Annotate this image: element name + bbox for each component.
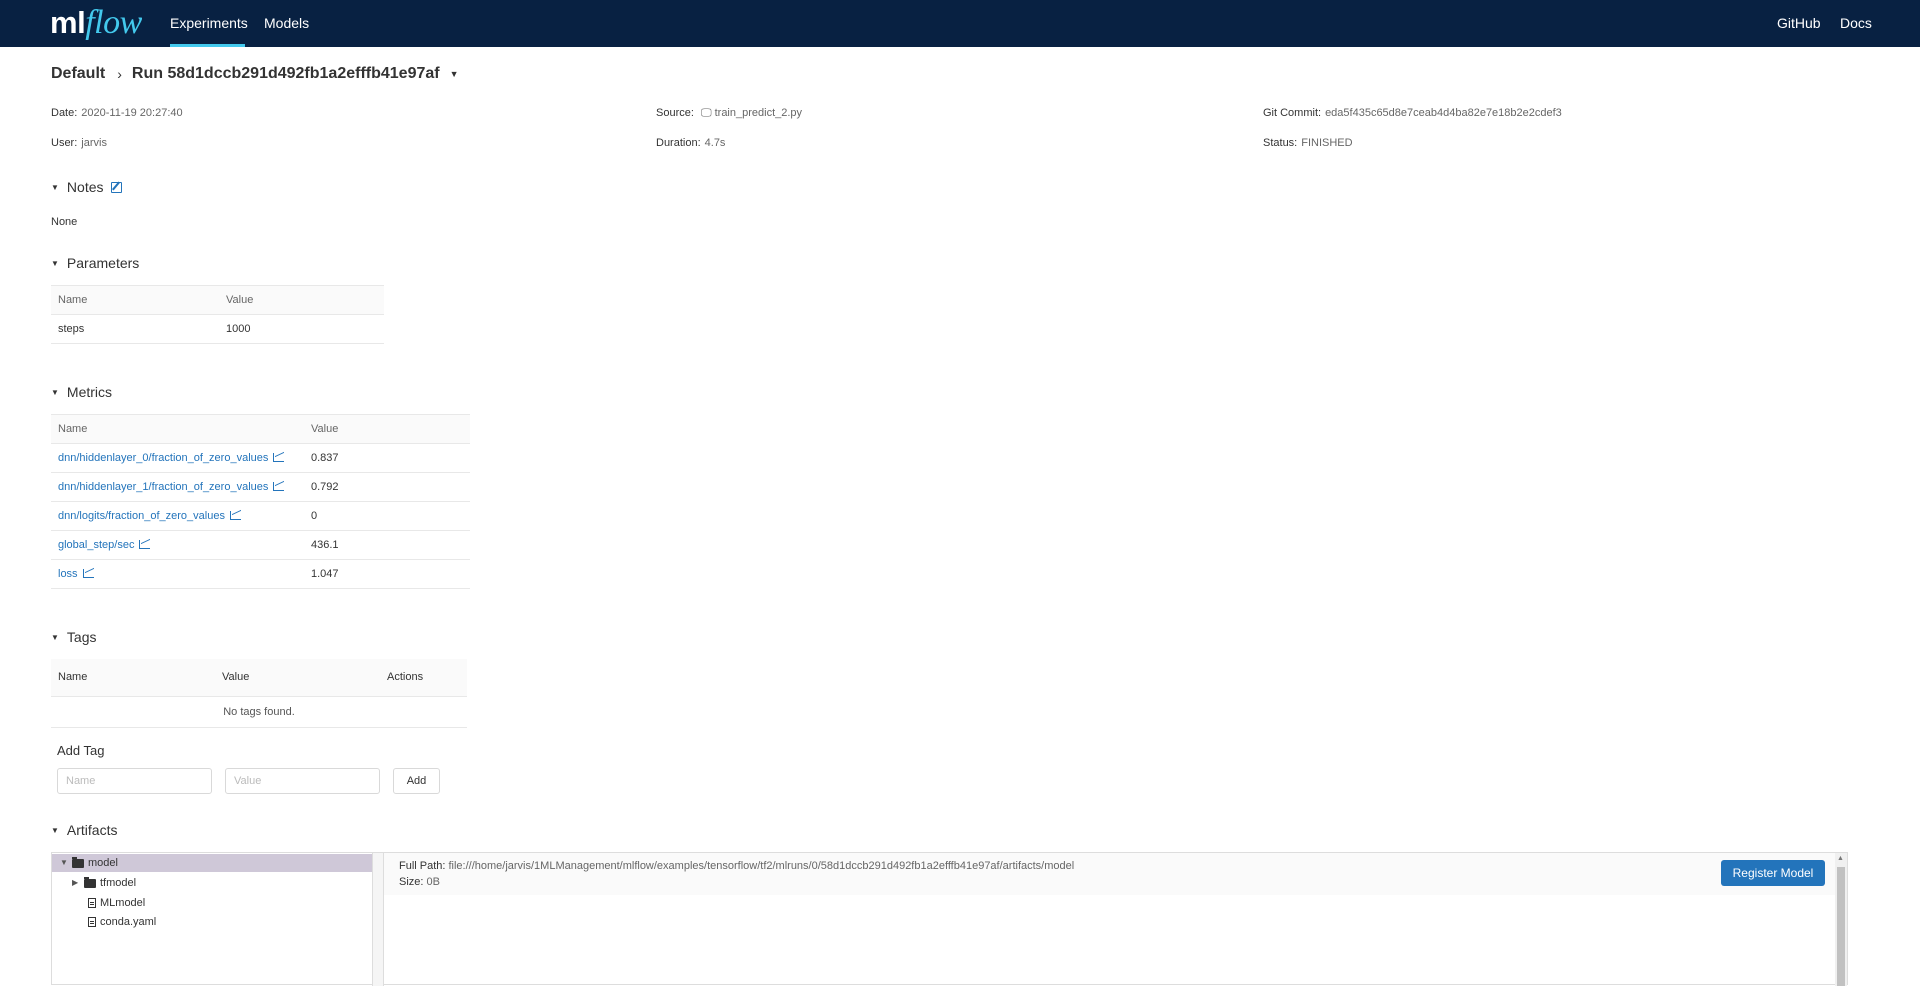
file-icon: [88, 917, 96, 927]
caret-down-icon[interactable]: ▼: [60, 854, 72, 872]
tag-name-input[interactable]: Name: [57, 768, 212, 794]
line-chart-icon[interactable]: [139, 540, 151, 549]
tree-item-conda-yaml[interactable]: conda.yaml: [88, 913, 156, 931]
edit-icon[interactable]: [110, 181, 122, 193]
table-row: steps 1000: [51, 314, 384, 344]
artifact-detail: Full Path: file:///home/jarvis/1MLManagem…: [384, 853, 1835, 986]
metric-value: 0.792: [304, 472, 470, 502]
file-icon: [88, 898, 96, 908]
scrollbar-thumb[interactable]: [1837, 867, 1845, 986]
column-header-name: Name: [51, 414, 304, 444]
table-row: loss 1.047: [51, 559, 470, 589]
artifact-full-path: Full Path: file:///home/jarvis/1MLManagem…: [399, 860, 1075, 872]
table-row: dnn/hiddenlayer_1/fraction_of_zero_value…: [51, 472, 470, 502]
register-model-button[interactable]: Register Model: [1721, 860, 1825, 886]
line-chart-icon[interactable]: [273, 482, 285, 491]
metric-value: 436.1: [304, 530, 470, 560]
caret-right-icon[interactable]: ▶: [72, 874, 84, 892]
parameters-section-header[interactable]: ▼ Parameters: [51, 255, 139, 271]
caret-down-icon: ▼: [51, 825, 59, 835]
tag-value-input[interactable]: Value: [225, 768, 380, 794]
metrics-section-header[interactable]: ▼ Metrics: [51, 384, 112, 400]
scroll-up-icon[interactable]: ▲: [1837, 855, 1844, 862]
caret-down-icon: ▼: [51, 182, 59, 192]
column-header-value: Value: [219, 285, 384, 315]
nav-github[interactable]: GitHub: [1777, 0, 1821, 47]
caret-down-icon: ▼: [51, 387, 59, 397]
laptop-icon: 🖵: [700, 107, 712, 119]
metric-value: 0: [304, 501, 470, 531]
empty-state: No tags found.: [51, 696, 467, 728]
artifacts-section-header[interactable]: ▼ Artifacts: [51, 822, 118, 838]
run-git-commit: Git Commit: eda5f435c65d8e7ceab4d4ba82e7e…: [1263, 107, 1562, 119]
tree-item-mlmodel[interactable]: MLmodel: [88, 894, 145, 912]
run-user: User: jarvis: [51, 137, 107, 149]
column-header-name: Name: [51, 659, 215, 697]
metric-link[interactable]: global_step/sec: [58, 539, 134, 551]
artifact-size: Size: 0B: [399, 876, 440, 888]
run-date: Date: 2020-11-19 20:27:40: [51, 107, 183, 119]
table-row: global_step/sec 436.1: [51, 530, 470, 560]
notes-content: None: [51, 216, 78, 228]
column-header-value: Value: [215, 659, 380, 697]
metric-link[interactable]: dnn/hiddenlayer_1/fraction_of_zero_value…: [58, 481, 268, 493]
scrollbar[interactable]: ▲: [1835, 853, 1847, 986]
table-row: dnn/logits/fraction_of_zero_values 0: [51, 501, 470, 531]
line-chart-icon[interactable]: [229, 511, 241, 520]
metric-value: 0.837: [304, 443, 470, 473]
nav-experiments[interactable]: Experiments: [170, 0, 248, 47]
notes-section-header[interactable]: ▼ Notes: [51, 179, 122, 195]
column-header-actions: Actions: [380, 659, 467, 697]
caret-down-icon: ▼: [51, 258, 59, 268]
caret-down-icon: ▼: [51, 632, 59, 642]
nav-docs[interactable]: Docs: [1840, 0, 1872, 47]
run-duration: Duration: 4.7s: [656, 137, 726, 149]
artifact-tree: ▼ model ▶ tfmodel MLmodel conda.yaml: [52, 853, 373, 986]
artifacts-panel: ▼ model ▶ tfmodel MLmodel conda.yaml Ful…: [51, 852, 1848, 986]
param-value: 1000: [219, 314, 384, 344]
metric-value: 1.047: [304, 559, 470, 589]
column-header-value: Value: [304, 414, 470, 444]
metric-link[interactable]: dnn/logits/fraction_of_zero_values: [58, 510, 225, 522]
folder-icon: [84, 876, 96, 888]
parameters-table: Name Value steps 1000: [51, 285, 384, 344]
top-navbar: mlflow Experiments Models GitHub Docs: [0, 0, 1920, 47]
add-tag-button[interactable]: Add: [393, 768, 440, 794]
column-header-name: Name: [51, 285, 219, 315]
breadcrumb: Default › Run 58d1dccb291d492fb1a2efffb4…: [51, 64, 459, 84]
add-tag-title: Add Tag: [57, 743, 105, 758]
tree-item-tfmodel[interactable]: ▶ tfmodel: [72, 874, 136, 892]
chevron-right-icon: ›: [117, 66, 122, 82]
tags-table: Name Value Actions No tags found.: [51, 659, 467, 728]
metric-link[interactable]: dnn/hiddenlayer_0/fraction_of_zero_value…: [58, 452, 268, 464]
caret-down-icon[interactable]: ▼: [450, 69, 459, 79]
metrics-table: Name Value dnn/hiddenlayer_0/fraction_of…: [51, 414, 470, 589]
metric-link[interactable]: loss: [58, 568, 78, 580]
tags-section-header[interactable]: ▼ Tags: [51, 629, 97, 645]
run-status: Status: FINISHED: [1263, 137, 1353, 149]
panel-divider[interactable]: [373, 853, 384, 986]
nav-models[interactable]: Models: [264, 0, 309, 47]
param-name: steps: [51, 314, 219, 344]
line-chart-icon[interactable]: [82, 569, 94, 578]
tree-item-model[interactable]: ▼ model: [52, 854, 372, 872]
line-chart-icon[interactable]: [273, 453, 285, 462]
mlflow-logo[interactable]: mlflow: [50, 4, 142, 42]
page-title: Run 58d1dccb291d492fb1a2efffb41e97af: [131, 65, 440, 82]
table-row: dnn/hiddenlayer_0/fraction_of_zero_value…: [51, 443, 470, 473]
breadcrumb-experiment[interactable]: Default: [51, 65, 105, 83]
folder-icon: [72, 856, 84, 868]
run-source: Source: 🖵 train_predict_2.py: [656, 107, 803, 119]
